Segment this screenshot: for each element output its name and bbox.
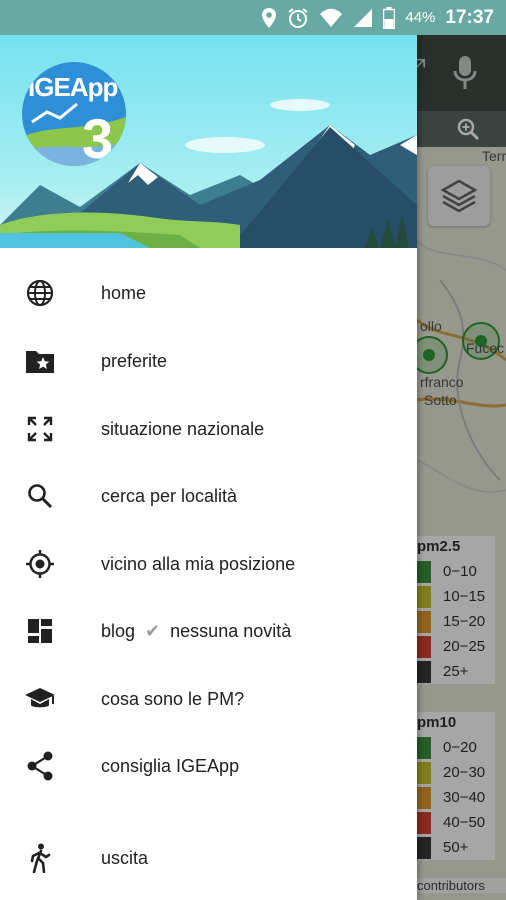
- school-icon: [24, 683, 56, 715]
- logo-number: 3: [82, 107, 114, 166]
- menu-item-label: blog ✔ nessuna novità: [101, 621, 291, 642]
- menu-item-blog[interactable]: blog ✔ nessuna novità: [0, 601, 417, 661]
- menu-item-label: situazione nazionale: [101, 418, 265, 439]
- share-icon: [24, 750, 56, 782]
- menu-item-preferite[interactable]: preferite: [0, 331, 417, 391]
- signal-icon: [354, 8, 373, 27]
- menu-item-label: consiglia IGEApp: [101, 755, 240, 776]
- menu-item-label: home: [101, 282, 147, 303]
- menu-item-label: cosa sono le PM?: [101, 688, 245, 709]
- check-icon: ✔: [140, 620, 166, 641]
- status-bar: 44% 17:37: [0, 0, 506, 35]
- folder-star-icon: [24, 345, 56, 377]
- fullscreen-icon: [24, 413, 56, 445]
- menu-item-label: vicino alla mia posizione: [101, 553, 296, 574]
- battery-percent: 44%: [405, 9, 436, 26]
- my-location-icon: [24, 548, 56, 580]
- battery-icon: [383, 6, 396, 29]
- menu-item-label: uscita: [101, 847, 149, 868]
- location-icon: [262, 7, 277, 28]
- wifi-icon: [320, 8, 343, 27]
- menu-item-situazione-nazionale[interactable]: situazione nazionale: [0, 399, 417, 459]
- menu-item-label: preferite: [101, 350, 168, 371]
- search-icon: [24, 480, 56, 512]
- dashboard-icon: [24, 615, 56, 647]
- clock: 17:37: [445, 6, 494, 28]
- drawer-header: IGEApp 3: [0, 35, 417, 248]
- alarm-icon: [288, 7, 308, 28]
- menu-item-consiglia[interactable]: consiglia IGEApp: [0, 736, 417, 796]
- menu-item-vicino-posizione[interactable]: vicino alla mia posizione: [0, 534, 417, 594]
- menu-item-label: cerca per località: [101, 485, 238, 506]
- menu-item-home[interactable]: home: [0, 263, 417, 323]
- blog-status: nessuna novità: [170, 620, 292, 641]
- globe-icon: [24, 277, 56, 309]
- blog-label: blog: [101, 620, 136, 641]
- logo-text: IGEApp: [28, 72, 118, 102]
- menu-item-cosa-sono-pm[interactable]: cosa sono le PM?: [0, 669, 417, 729]
- navigation-drawer: IGEApp 3 home preferite situazione nazio…: [0, 35, 417, 900]
- menu-item-uscita[interactable]: uscita: [0, 828, 417, 888]
- walk-icon: [24, 842, 56, 874]
- app-logo: IGEApp 3: [22, 62, 126, 166]
- menu-item-cerca-per-localita[interactable]: cerca per località: [0, 466, 417, 526]
